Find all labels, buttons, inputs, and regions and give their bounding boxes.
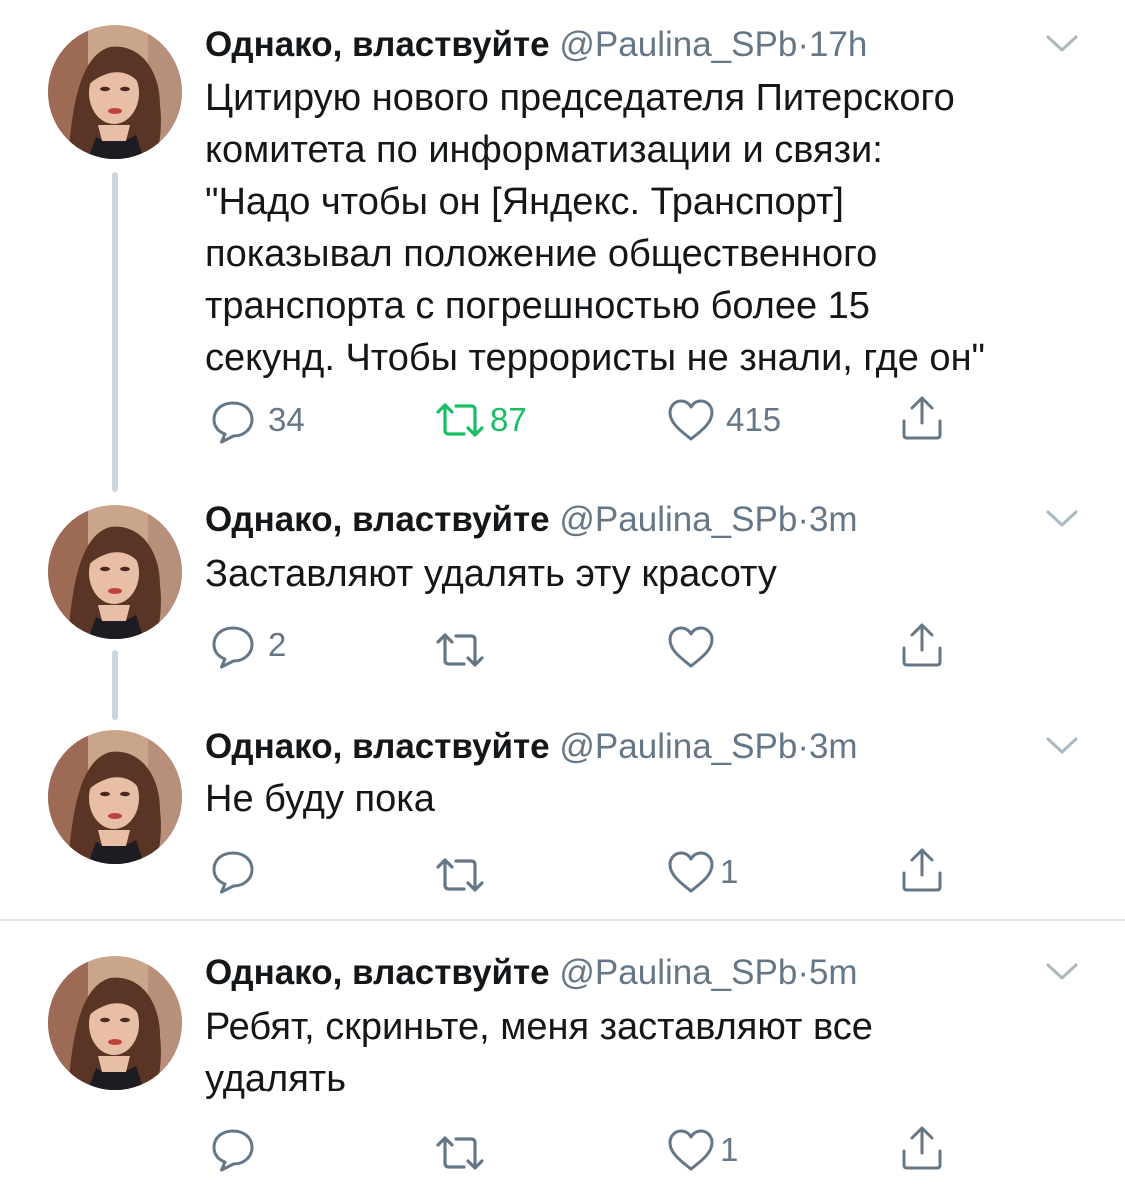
tweet-4[interactable]: Однако, властвуйте @Paulina_SPb·5m Ребят…: [0, 921, 1125, 1194]
reply-count: 2: [268, 626, 287, 663]
retweet-count: 87: [490, 401, 527, 438]
share-button[interactable]: [897, 845, 947, 895]
reply-count: 34: [268, 401, 305, 438]
reply-icon: [208, 395, 258, 445]
author-name[interactable]: Однако, властвуйте: [205, 25, 550, 64]
tweet-1[interactable]: Однако, властвуйте @Paulina_SPb·17h Цити…: [0, 0, 1125, 500]
timestamp[interactable]: 17h: [809, 25, 867, 64]
share-icon: [897, 845, 947, 895]
tweet-2[interactable]: Однако, властвуйте @Paulina_SPb·3m Заста…: [0, 500, 1125, 725]
timestamp[interactable]: 5m: [809, 953, 858, 992]
like-button[interactable]: [666, 622, 726, 672]
chevron-down-icon[interactable]: [1042, 960, 1082, 984]
thread-line: [112, 172, 118, 492]
separator-dot: ·: [797, 727, 809, 766]
timestamp[interactable]: 3m: [809, 500, 858, 539]
heart-icon: [666, 1127, 716, 1173]
author-name[interactable]: Однако, властвуйте: [205, 953, 550, 992]
share-icon: [897, 1123, 947, 1173]
like-count: 415: [726, 401, 782, 438]
author-name[interactable]: Однако, властвуйте: [205, 500, 550, 539]
tweet-text: Не буду пока: [205, 778, 435, 820]
author-handle[interactable]: @Paulina_SPb: [559, 25, 797, 64]
chevron-down-icon[interactable]: [1042, 32, 1082, 56]
retweet-icon: [432, 400, 488, 440]
tweet-header: Однако, властвуйте @Paulina_SPb·3m: [205, 727, 858, 767]
chevron-down-icon[interactable]: [1042, 734, 1082, 758]
avatar[interactable]: [48, 956, 182, 1090]
tweet-text: Цитирую нового председателя Питерского к…: [205, 77, 986, 379]
share-icon: [897, 620, 947, 670]
tweet-header: Однако, властвуйте @Paulina_SPb·5m: [205, 953, 858, 993]
retweet-button[interactable]: [432, 1128, 498, 1178]
share-button[interactable]: [897, 620, 947, 670]
retweet-button[interactable]: 87: [432, 395, 527, 445]
reply-button[interactable]: [208, 845, 268, 895]
thread-line: [112, 650, 118, 720]
reply-button[interactable]: 34: [208, 395, 305, 445]
reply-icon: [208, 620, 258, 670]
avatar[interactable]: [48, 730, 182, 864]
author-handle[interactable]: @Paulina_SPb: [559, 727, 797, 766]
reply-button[interactable]: [208, 1123, 268, 1173]
reply-icon: [208, 845, 258, 895]
author-handle[interactable]: @Paulina_SPb: [559, 500, 797, 539]
separator-dot: ·: [797, 953, 809, 992]
tweet-header: Однако, властвуйте @Paulina_SPb·3m: [205, 500, 858, 540]
avatar[interactable]: [48, 505, 182, 639]
tweet-text: Ребят, скриньте, меня заставляют все уда…: [205, 1006, 873, 1100]
like-button[interactable]: 415: [666, 395, 781, 445]
author-handle[interactable]: @Paulina_SPb: [559, 953, 797, 992]
like-count: 1: [720, 853, 739, 890]
share-icon: [897, 393, 947, 443]
retweet-button[interactable]: [432, 850, 498, 900]
reply-icon: [208, 1123, 258, 1173]
timestamp[interactable]: 3m: [809, 727, 858, 766]
retweet-icon: [432, 630, 488, 670]
separator-dot: ·: [797, 500, 809, 539]
share-button[interactable]: [897, 393, 947, 443]
author-name[interactable]: Однако, властвуйте: [205, 727, 550, 766]
tweet-3[interactable]: Однако, властвуйте @Paulina_SPb·3m Не бу…: [0, 725, 1125, 919]
heart-icon: [666, 849, 716, 895]
retweet-icon: [432, 1133, 488, 1173]
like-count: 1: [720, 1131, 739, 1168]
tweet-header: Однако, властвуйте @Paulina_SPb·17h: [205, 25, 867, 65]
heart-icon: [666, 397, 716, 443]
share-button[interactable]: [897, 1123, 947, 1173]
retweet-button[interactable]: [432, 625, 498, 675]
like-button[interactable]: 1: [666, 1125, 738, 1175]
retweet-icon: [432, 855, 488, 895]
heart-icon: [666, 624, 716, 670]
tweet-text: Заставляют удалять эту красоту: [205, 553, 777, 595]
reply-button[interactable]: 2: [208, 620, 286, 670]
avatar[interactable]: [48, 25, 182, 159]
separator-dot: ·: [797, 25, 809, 64]
like-button[interactable]: 1: [666, 847, 738, 897]
chevron-down-icon[interactable]: [1042, 507, 1082, 531]
